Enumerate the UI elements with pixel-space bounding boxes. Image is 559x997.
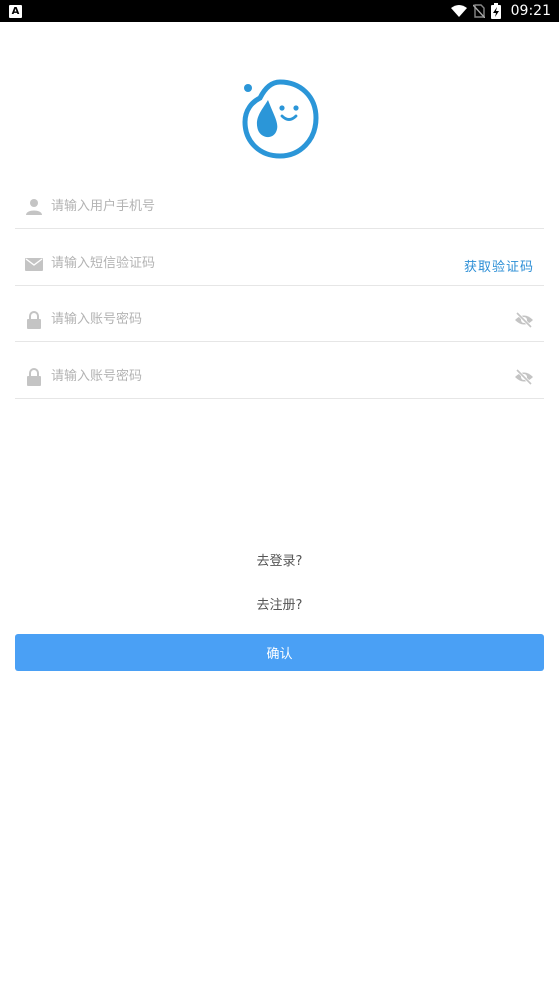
- status-bar: A 09:21: [0, 0, 559, 22]
- water-drop-logo-icon: [242, 79, 319, 159]
- eye-off-icon[interactable]: [514, 311, 534, 329]
- envelope-icon: [25, 258, 43, 271]
- phone-input[interactable]: [51, 191, 451, 221]
- sms-code-field-row: 获取验证码: [15, 240, 544, 286]
- lock-icon: [27, 368, 41, 386]
- lock-icon: [27, 311, 41, 329]
- password-input[interactable]: [51, 304, 451, 334]
- wifi-icon: [450, 4, 467, 17]
- notification-a-icon: A: [9, 5, 22, 18]
- sms-code-input[interactable]: [51, 248, 431, 278]
- status-time: 09:21: [510, 3, 551, 19]
- battery-charging-icon: [490, 3, 501, 19]
- confirm-password-input[interactable]: [51, 361, 451, 391]
- get-code-button[interactable]: 获取验证码: [464, 256, 534, 275]
- go-login-link[interactable]: 去登录?: [0, 550, 559, 569]
- confirm-button[interactable]: 确认: [15, 634, 544, 671]
- confirm-password-field-row: [15, 353, 544, 399]
- status-icons: 09:21: [450, 0, 551, 22]
- user-icon: [26, 199, 42, 215]
- phone-field-row: [15, 183, 544, 229]
- eye-off-icon[interactable]: [514, 368, 534, 386]
- no-sim-icon: [472, 4, 485, 18]
- password-field-row: [15, 296, 544, 342]
- go-register-link[interactable]: 去注册?: [0, 594, 559, 613]
